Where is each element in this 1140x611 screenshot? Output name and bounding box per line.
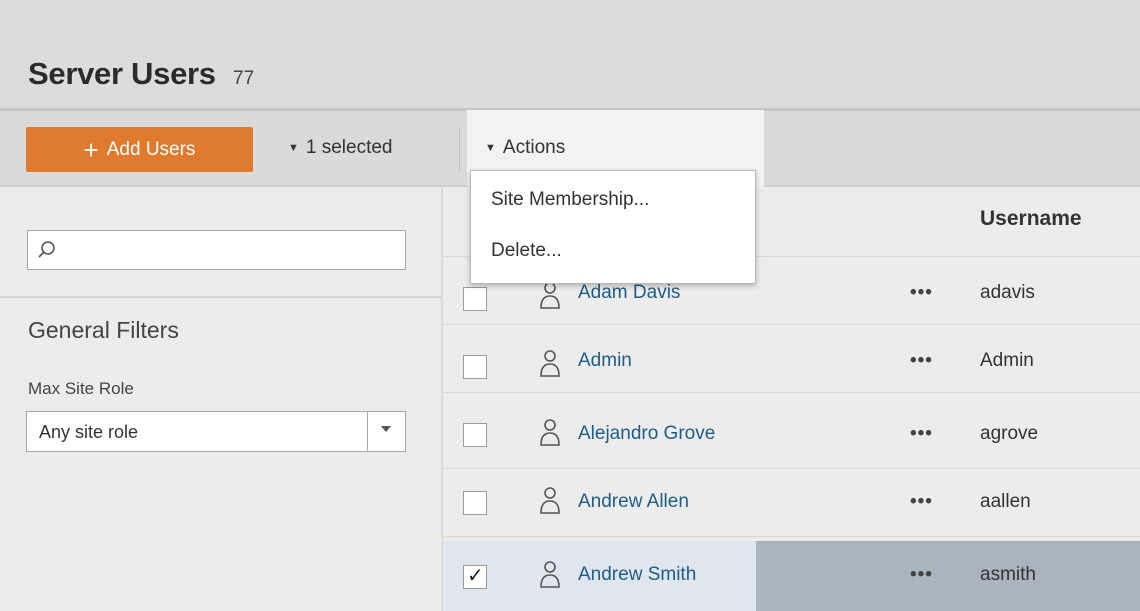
more-actions-button[interactable]: ••• [910, 491, 933, 513]
toolbar-separator [459, 127, 460, 171]
more-actions-button[interactable]: ••• [910, 564, 933, 586]
actions-dropdown-button[interactable]: ▼ Actions [485, 137, 565, 159]
user-icon [540, 282, 560, 309]
search-input[interactable] [27, 230, 406, 270]
user-name-link[interactable]: Adam Davis [578, 282, 680, 304]
row-checkbox[interactable]: ✓ [463, 565, 487, 589]
username-cell: asmith [980, 564, 1036, 585]
menu-item-site-membership[interactable]: Site Membership... [491, 189, 649, 211]
user-name-link[interactable]: Andrew Smith [578, 564, 696, 586]
selection-dropdown[interactable]: ▼ 1 selected [288, 137, 393, 159]
page-header: Server Users 77 [0, 0, 1140, 108]
max-site-role-value: Any site role [39, 422, 139, 442]
table-row-selected[interactable]: ✓ Andrew Smith ••• asmith [443, 541, 1140, 611]
table-row[interactable]: Alejandro Grove ••• agrove [443, 401, 1140, 469]
actions-label: Actions [502, 137, 566, 158]
username-cell: aallen [980, 491, 1031, 512]
select-arrow-button[interactable] [367, 412, 405, 451]
more-actions-button[interactable]: ••• [910, 350, 933, 372]
checkmark-icon: ✓ [467, 565, 484, 587]
username-cell: Admin [980, 350, 1034, 371]
user-count: 77 [233, 68, 255, 89]
row-checkbox[interactable] [463, 491, 487, 515]
more-actions-button[interactable]: ••• [910, 282, 933, 304]
user-icon [540, 561, 560, 588]
add-users-label: Add Users [106, 138, 196, 160]
general-filters-heading: General Filters [28, 317, 179, 343]
user-name-link[interactable]: Andrew Allen [578, 491, 689, 513]
user-name-link[interactable]: Admin [578, 350, 632, 372]
max-site-role-select[interactable]: Any site role [26, 411, 406, 452]
user-name-link[interactable]: Alejandro Grove [578, 423, 715, 445]
more-actions-button[interactable]: ••• [910, 423, 933, 445]
user-icon [540, 350, 560, 377]
username-cell: adavis [980, 282, 1035, 303]
row-divider [443, 392, 1140, 393]
username-cell: agrove [980, 423, 1039, 444]
chevron-down-icon [381, 426, 391, 432]
table-row[interactable]: Admin ••• Admin [443, 325, 1140, 393]
sidebar-divider [0, 296, 441, 298]
row-checkbox[interactable] [463, 287, 487, 311]
selection-label: 1 selected [305, 137, 393, 158]
table-row[interactable]: Andrew Allen ••• aallen [443, 469, 1140, 537]
selected-row-highlight-dark [756, 541, 1140, 611]
user-icon [540, 419, 560, 446]
row-checkbox[interactable] [463, 355, 487, 379]
search-icon [38, 241, 55, 258]
plus-icon: + [83, 134, 99, 165]
user-icon [540, 487, 560, 514]
actions-menu: Site Membership... Delete... [470, 170, 756, 284]
max-site-role-label: Max Site Role [28, 379, 134, 398]
row-divider [443, 536, 1140, 537]
page-title: Server Users [28, 56, 216, 91]
row-checkbox[interactable] [463, 423, 487, 447]
caret-down-icon: ▼ [485, 142, 496, 154]
column-header-username[interactable]: Username [980, 207, 1082, 231]
caret-down-icon: ▼ [288, 142, 299, 154]
menu-item-delete[interactable]: Delete... [491, 240, 562, 262]
add-users-button[interactable]: + Add Users [26, 127, 253, 172]
